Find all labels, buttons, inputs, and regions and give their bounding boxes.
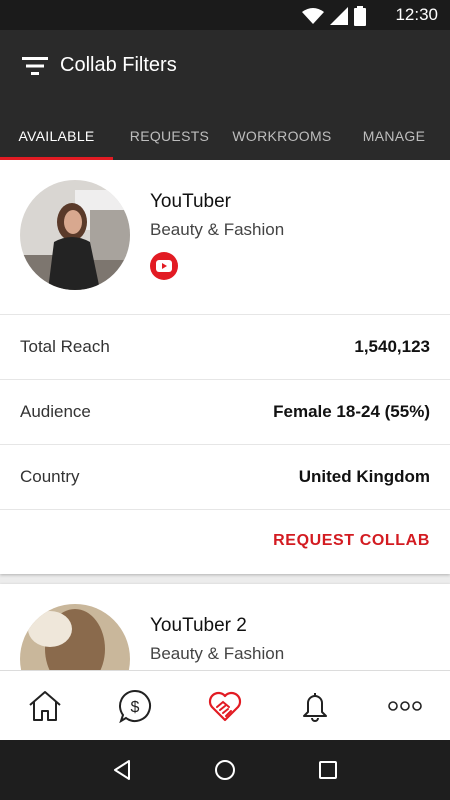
wifi-icon xyxy=(302,8,324,24)
home-circle-icon xyxy=(214,760,235,780)
stat-value: Female 18-24 (55%) xyxy=(273,402,430,421)
tab-manage[interactable]: MANAGE xyxy=(338,112,450,160)
collab-list[interactable]: YouTuber Beauty & Fashion Total Reach 1,… xyxy=(0,160,450,670)
signal-icon xyxy=(330,7,348,25)
creator-category: Beauty & Fashion xyxy=(150,644,285,663)
creator-card-header: YouTuber Beauty & Fashion xyxy=(0,160,450,315)
recents-icon xyxy=(319,761,338,779)
home-icon xyxy=(29,690,61,721)
tab-bar: AVAILABLE REQUESTS WORKROOMS MANAGE xyxy=(0,112,450,160)
nav-notifications[interactable] xyxy=(270,671,360,740)
stat-row-audience: Audience Female 18-24 (55%) xyxy=(0,380,450,445)
back-icon xyxy=(113,760,130,780)
system-nav-bar xyxy=(0,740,450,800)
nav-collabs[interactable] xyxy=(180,671,270,740)
stat-row-total-reach: Total Reach 1,540,123 xyxy=(0,315,450,380)
tab-available[interactable]: AVAILABLE xyxy=(0,112,113,160)
stat-label: Total Reach xyxy=(20,337,110,356)
more-icon xyxy=(388,700,422,711)
stat-label: Country xyxy=(20,467,80,486)
bottom-nav: $ xyxy=(0,670,450,740)
avatar[interactable] xyxy=(20,180,130,290)
app-bar: Collab Filters AVAILABLE REQUESTS WORKRO… xyxy=(0,30,450,160)
creator-name: YouTuber 2 xyxy=(150,615,247,636)
status-bar: 12:30 xyxy=(0,0,450,30)
filter-icon[interactable] xyxy=(22,56,48,76)
creator-category: Beauty & Fashion xyxy=(150,220,285,239)
home-button[interactable] xyxy=(205,750,245,790)
tab-requests[interactable]: REQUESTS xyxy=(113,112,226,160)
recents-button[interactable] xyxy=(308,750,348,790)
dollar-icon: $ xyxy=(119,689,151,723)
creator-name: YouTuber xyxy=(150,191,231,212)
request-collab-button[interactable]: REQUEST COLLAB xyxy=(273,532,430,550)
creator-card: YouTuber Beauty & Fashion Total Reach 1,… xyxy=(0,160,450,574)
svg-text:$: $ xyxy=(131,699,140,716)
page-title: Collab Filters xyxy=(60,54,177,76)
card-actions: REQUEST COLLAB xyxy=(0,510,450,574)
battery-icon xyxy=(354,6,366,26)
stat-value: 1,540,123 xyxy=(354,337,430,356)
status-icons xyxy=(302,6,366,26)
nav-more[interactable] xyxy=(360,671,450,740)
bell-icon xyxy=(303,692,327,722)
handshake-heart-icon xyxy=(208,691,242,721)
nav-home[interactable] xyxy=(0,671,90,740)
stat-value: United Kingdom xyxy=(298,467,430,486)
avatar[interactable] xyxy=(20,604,130,670)
back-button[interactable] xyxy=(102,750,142,790)
status-time: 12:30 xyxy=(395,5,438,24)
stat-label: Audience xyxy=(20,402,91,421)
tab-workrooms[interactable]: WORKROOMS xyxy=(226,112,338,160)
stat-row-country: Country United Kingdom xyxy=(0,445,450,510)
nav-earnings[interactable]: $ xyxy=(90,671,180,740)
youtube-icon[interactable] xyxy=(150,252,178,280)
creator-card: YouTuber 2 Beauty & Fashion xyxy=(0,584,450,670)
